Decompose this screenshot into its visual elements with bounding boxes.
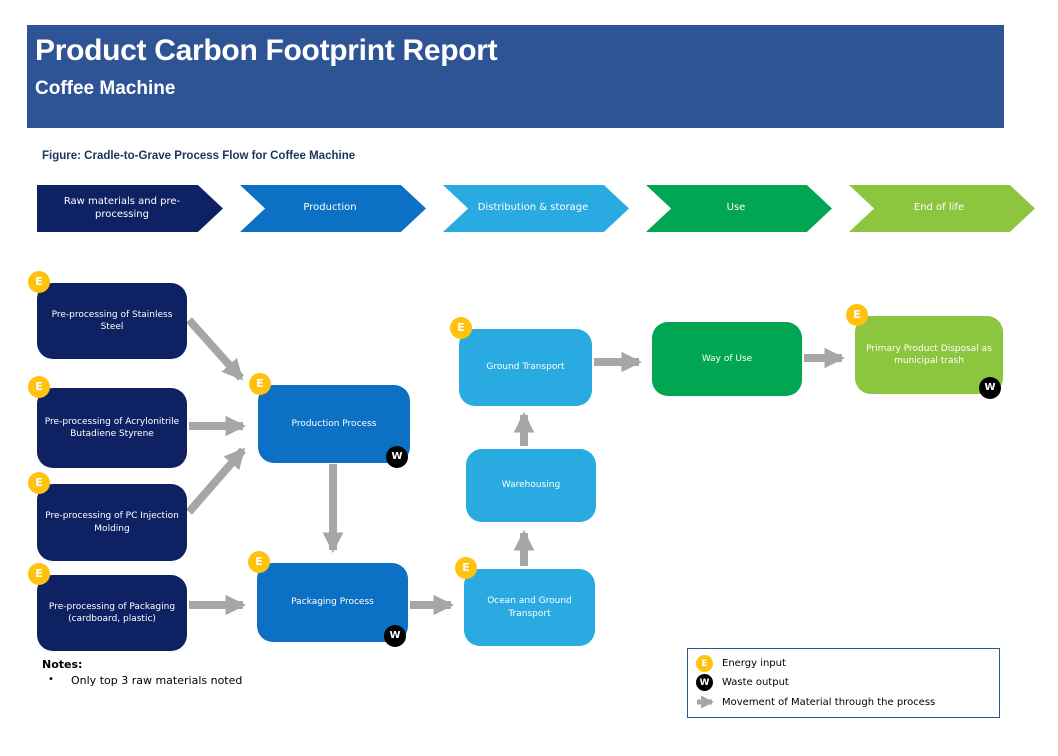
legend-energy-icon-wrap: E — [696, 655, 722, 672]
node-label: Pre-processing of Packaging (cardboard, … — [43, 601, 181, 625]
energy-input-badge: E — [28, 472, 50, 494]
node-label: Pre-processing of Stainless Steel — [43, 309, 181, 333]
waste-output-badge: W — [386, 446, 408, 468]
node-label: Packaging Process — [291, 596, 374, 608]
node-label: Way of Use — [702, 353, 752, 365]
arrow-pc-to-production — [189, 450, 243, 512]
legend-waste-label: Waste output — [722, 677, 789, 688]
legend-box: E Energy input W Waste output Movement o… — [687, 648, 1000, 718]
node-ocean-and-ground-transport: E Ocean and Ground Transport — [464, 569, 595, 646]
node-label: Pre-processing of PC Injection Molding — [43, 510, 181, 534]
node-label: Warehousing — [502, 479, 560, 491]
energy-input-badge: E — [28, 563, 50, 585]
waste-output-badge: W — [979, 377, 1001, 399]
notes-block: Notes: • Only top 3 raw materials noted — [42, 658, 242, 687]
energy-input-badge: E — [249, 373, 271, 395]
notes-item-text: Only top 3 raw materials noted — [71, 674, 242, 687]
movement-arrow-icon — [696, 696, 722, 708]
notes-item: • Only top 3 raw materials noted — [42, 674, 242, 687]
bullet-glyph: • — [48, 674, 57, 687]
legend-row-energy: E Energy input — [696, 654, 991, 673]
node-label: Ground Transport — [486, 361, 564, 373]
notes-heading: Notes: — [42, 658, 242, 671]
movement-arrow-glyph — [696, 696, 720, 708]
energy-input-icon: E — [696, 655, 713, 672]
node-preprocessing-stainless-steel: E Pre-processing of Stainless Steel — [37, 283, 187, 359]
energy-input-badge: E — [248, 551, 270, 573]
node-label: Primary Product Disposal as municipal tr… — [861, 343, 997, 367]
node-preprocessing-pc-injection-molding: E Pre-processing of PC Injection Molding — [37, 484, 187, 561]
node-packaging-process: E Packaging Process W — [257, 563, 408, 642]
energy-input-badge: E — [450, 317, 472, 339]
node-warehousing: Warehousing — [466, 449, 596, 522]
legend-waste-icon-wrap: W — [696, 674, 722, 691]
node-primary-product-disposal: E Primary Product Disposal as municipal … — [855, 316, 1003, 394]
waste-output-icon: W — [696, 674, 713, 691]
node-way-of-use: Way of Use — [652, 322, 802, 396]
legend-row-waste: W Waste output — [696, 673, 991, 692]
energy-input-badge: E — [846, 304, 868, 326]
legend-energy-label: Energy input — [722, 658, 786, 669]
energy-input-badge: E — [28, 271, 50, 293]
node-preprocessing-abs: E Pre-processing of Acrylonitrile Butadi… — [37, 388, 187, 468]
waste-output-badge: W — [384, 625, 406, 647]
node-preprocessing-packaging: E Pre-processing of Packaging (cardboard… — [37, 575, 187, 651]
arrow-stainless-to-production — [189, 320, 241, 378]
node-label: Pre-processing of Acrylonitrile Butadien… — [43, 416, 181, 440]
node-label: Ocean and Ground Transport — [470, 595, 589, 619]
legend-movement-label: Movement of Material through the process — [722, 697, 935, 708]
energy-input-badge: E — [28, 376, 50, 398]
node-production-process: E Production Process W — [258, 385, 410, 463]
node-ground-transport: E Ground Transport — [459, 329, 592, 406]
energy-input-badge: E — [455, 557, 477, 579]
report-page: Product Carbon Footprint Report Coffee M… — [0, 0, 1058, 756]
legend-row-movement: Movement of Material through the process — [696, 693, 991, 712]
node-label: Production Process — [292, 418, 377, 430]
